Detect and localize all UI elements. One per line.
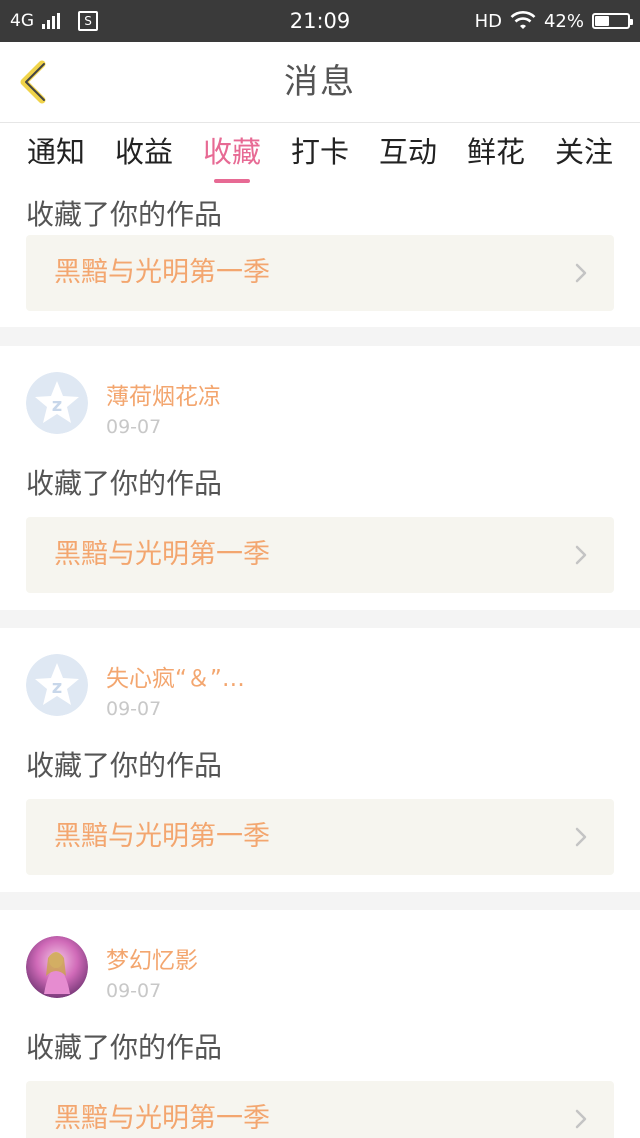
action-text: 收藏了你的作品	[26, 198, 223, 231]
tab-notice[interactable]: 通知	[12, 123, 100, 185]
date: 09-07	[106, 416, 162, 438]
list-item: 收藏了你的作品 黑黯与光明第一季	[0, 185, 640, 327]
work-link[interactable]: 黑黯与光明第一季	[26, 799, 614, 875]
work-link[interactable]: 黑黯与光明第一季	[26, 235, 614, 311]
list-item: z 薄荷烟花凉 09-07 收藏了你的作品 黑黯与光明第一季	[0, 346, 640, 610]
action-text: 收藏了你的作品	[26, 749, 223, 782]
list-item: z 失心疯“＆”… 09-07 收藏了你的作品 黑黯与光明第一季	[0, 628, 640, 892]
work-title: 黑黯与光明第一季	[54, 257, 270, 288]
chevron-right-icon	[575, 1109, 587, 1129]
qq-default-avatar-icon[interactable]: z	[26, 372, 88, 434]
status-right: HD 42%	[474, 0, 633, 42]
tab-favorites[interactable]: 收藏	[188, 123, 276, 185]
date: 09-07	[106, 980, 162, 1002]
wifi-icon	[510, 11, 536, 29]
username[interactable]: 失心疯“＆”…	[106, 659, 245, 693]
chevron-right-icon	[575, 827, 587, 847]
work-title: 黑黯与光明第一季	[54, 821, 270, 852]
username[interactable]: 薄荷烟花凉	[106, 377, 221, 411]
page-title: 消息	[284, 62, 356, 102]
tab-follow[interactable]: 关注	[540, 123, 628, 185]
tab-flowers[interactable]: 鲜花	[452, 123, 540, 185]
hd-indicator: HD	[474, 10, 502, 32]
chevron-right-icon	[575, 545, 587, 565]
battery-percent: 42%	[543, 10, 584, 32]
work-title: 黑黯与光明第一季	[54, 1103, 270, 1134]
notification-list[interactable]: 收藏了你的作品 黑黯与光明第一季 z 薄荷烟花凉 09-07 收藏了你的作品 黑…	[0, 185, 640, 1138]
battery-icon	[592, 13, 633, 29]
list-item: 梦幻忆影 09-07 收藏了你的作品 黑黯与光明第一季	[0, 910, 640, 1138]
tab-checkin[interactable]: 打卡	[276, 123, 364, 185]
user-photo-avatar[interactable]	[26, 936, 88, 998]
tab-bar: 通知 收益 收藏 打卡 互动 鲜花 关注	[0, 123, 640, 185]
tab-earnings[interactable]: 收益	[100, 123, 188, 185]
username[interactable]: 梦幻忆影	[106, 941, 198, 975]
svg-text:z: z	[52, 677, 62, 698]
action-text: 收藏了你的作品	[26, 467, 223, 500]
action-text: 收藏了你的作品	[26, 1031, 223, 1064]
svg-text:z: z	[52, 395, 62, 416]
date: 09-07	[106, 698, 162, 720]
work-title: 黑黯与光明第一季	[54, 539, 270, 570]
status-bar: 4G S 21:09 HD 42%	[0, 0, 640, 42]
tab-interaction[interactable]: 互动	[364, 123, 452, 185]
work-link[interactable]: 黑黯与光明第一季	[26, 517, 614, 593]
nav-header: 消息	[0, 42, 640, 123]
work-link[interactable]: 黑黯与光明第一季	[26, 1081, 614, 1138]
qq-default-avatar-icon[interactable]: z	[26, 654, 88, 716]
chevron-right-icon	[575, 263, 587, 283]
